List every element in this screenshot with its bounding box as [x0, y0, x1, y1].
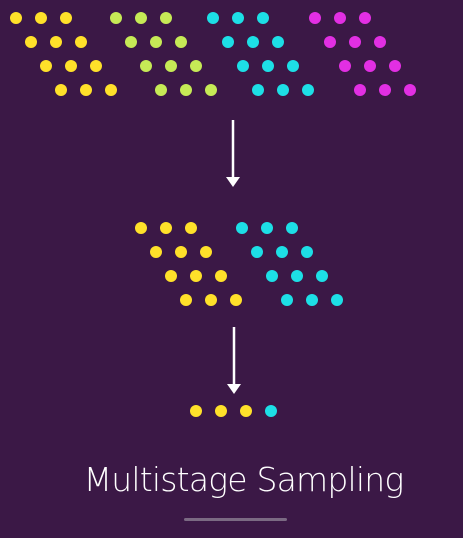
stage-1-green-cluster-point	[190, 60, 202, 72]
stage-2-yellow-cluster-point	[160, 222, 172, 234]
stage-1-cyan-cluster-point	[207, 12, 219, 24]
stage-2-yellow-cluster-point	[190, 270, 202, 282]
stage-1-cyan-cluster-point	[257, 12, 269, 24]
arrow-stage-1-to-2	[226, 120, 240, 187]
diagram-title: Multistage Sampling	[83, 460, 405, 499]
stage-1-green-cluster-point	[180, 84, 192, 96]
stage-3-cyan-point	[265, 405, 277, 417]
stage-3-yellow-point	[190, 405, 202, 417]
stage-2-yellow-cluster-point	[215, 270, 227, 282]
stage-1-magenta-cluster-point	[309, 12, 321, 24]
stage-1-yellow-cluster-point	[50, 36, 62, 48]
stage-1-magenta-cluster-point	[349, 36, 361, 48]
stage-1-cyan-cluster-point	[222, 36, 234, 48]
stage-2-yellow-cluster-point	[150, 246, 162, 258]
stage-1-magenta-cluster-point	[389, 60, 401, 72]
stage-2-yellow-cluster-point	[200, 246, 212, 258]
arrow-stage-2-to-3	[227, 327, 241, 394]
stage-2-cyan-cluster-point	[266, 270, 278, 282]
stage-2-selected-clusters	[135, 222, 343, 306]
stage-1-green-cluster-point	[160, 12, 172, 24]
diagram-canvas: Multistage Sampling	[0, 0, 463, 538]
stage-2-cyan-cluster-point	[251, 246, 263, 258]
stage-1-green-cluster-point	[140, 60, 152, 72]
stage-1-green-cluster-point	[175, 36, 187, 48]
stage-1-cyan-cluster-point	[287, 60, 299, 72]
stage-1-magenta-cluster-point	[354, 84, 366, 96]
stage-1-yellow-cluster-point	[35, 12, 47, 24]
home-indicator	[184, 518, 287, 521]
stage-1-cyan-cluster-point	[252, 84, 264, 96]
stage-2-cyan-cluster-point	[281, 294, 293, 306]
stage-1-magenta-cluster-point	[404, 84, 416, 96]
stage-1-green-cluster-point	[110, 12, 122, 24]
stage-2-yellow-cluster-point	[180, 294, 192, 306]
multistage-sampling-diagram	[10, 12, 416, 417]
stage-1-magenta-cluster-point	[359, 12, 371, 24]
stage-2-cyan-cluster-point	[306, 294, 318, 306]
stage-1-cyan-cluster-point	[302, 84, 314, 96]
stage-1-magenta-cluster-point	[339, 60, 351, 72]
stage-1-green-cluster-point	[125, 36, 137, 48]
stage-2-cyan-cluster-point	[331, 294, 343, 306]
stage-3-yellow-point	[215, 405, 227, 417]
stage-1-green-cluster-point	[155, 84, 167, 96]
stage-1-yellow-cluster-point	[55, 84, 67, 96]
stage-2-cyan-cluster-point	[316, 270, 328, 282]
stage-2-yellow-cluster-point	[135, 222, 147, 234]
stage-1-magenta-cluster-point	[334, 12, 346, 24]
stage-2-cyan-cluster-point	[276, 246, 288, 258]
stage-2-yellow-cluster-point	[185, 222, 197, 234]
stage-1-green-cluster-point	[135, 12, 147, 24]
stage-1-yellow-cluster-point	[60, 12, 72, 24]
stage-1-magenta-cluster-point	[374, 36, 386, 48]
stage-1-green-cluster-point	[205, 84, 217, 96]
stage-1-yellow-cluster-point	[10, 12, 22, 24]
stage-1-cyan-cluster-point	[262, 60, 274, 72]
stage-1-cyan-cluster-point	[272, 36, 284, 48]
stage-1-magenta-cluster-point	[324, 36, 336, 48]
stage-1-yellow-cluster-point	[75, 36, 87, 48]
stage-2-yellow-cluster-point	[230, 294, 242, 306]
stage-1-cyan-cluster-point	[247, 36, 259, 48]
stage-2-cyan-cluster-point	[261, 222, 273, 234]
stage-1-yellow-cluster-point	[65, 60, 77, 72]
stage-1-population	[10, 12, 416, 96]
stage-1-yellow-cluster-point	[90, 60, 102, 72]
stage-3-yellow-point	[240, 405, 252, 417]
stage-1-green-cluster-point	[165, 60, 177, 72]
stage-1-magenta-cluster-point	[364, 60, 376, 72]
stage-1-cyan-cluster-point	[277, 84, 289, 96]
stage-1-yellow-cluster-point	[25, 36, 37, 48]
stage-2-cyan-cluster-point	[291, 270, 303, 282]
stage-1-cyan-cluster-point	[232, 12, 244, 24]
stage-2-yellow-cluster-point	[175, 246, 187, 258]
stage-1-yellow-cluster-point	[40, 60, 52, 72]
stage-2-yellow-cluster-point	[165, 270, 177, 282]
stage-1-yellow-cluster-point	[80, 84, 92, 96]
stage-1-cyan-cluster-point	[237, 60, 249, 72]
stage-2-cyan-cluster-point	[286, 222, 298, 234]
stage-1-magenta-cluster-point	[379, 84, 391, 96]
stage-1-yellow-cluster-point	[105, 84, 117, 96]
stage-2-yellow-cluster-point	[205, 294, 217, 306]
stage-2-cyan-cluster-point	[301, 246, 313, 258]
stage-3-final-sample	[190, 405, 277, 417]
stage-1-green-cluster-point	[150, 36, 162, 48]
stage-2-cyan-cluster-point	[236, 222, 248, 234]
